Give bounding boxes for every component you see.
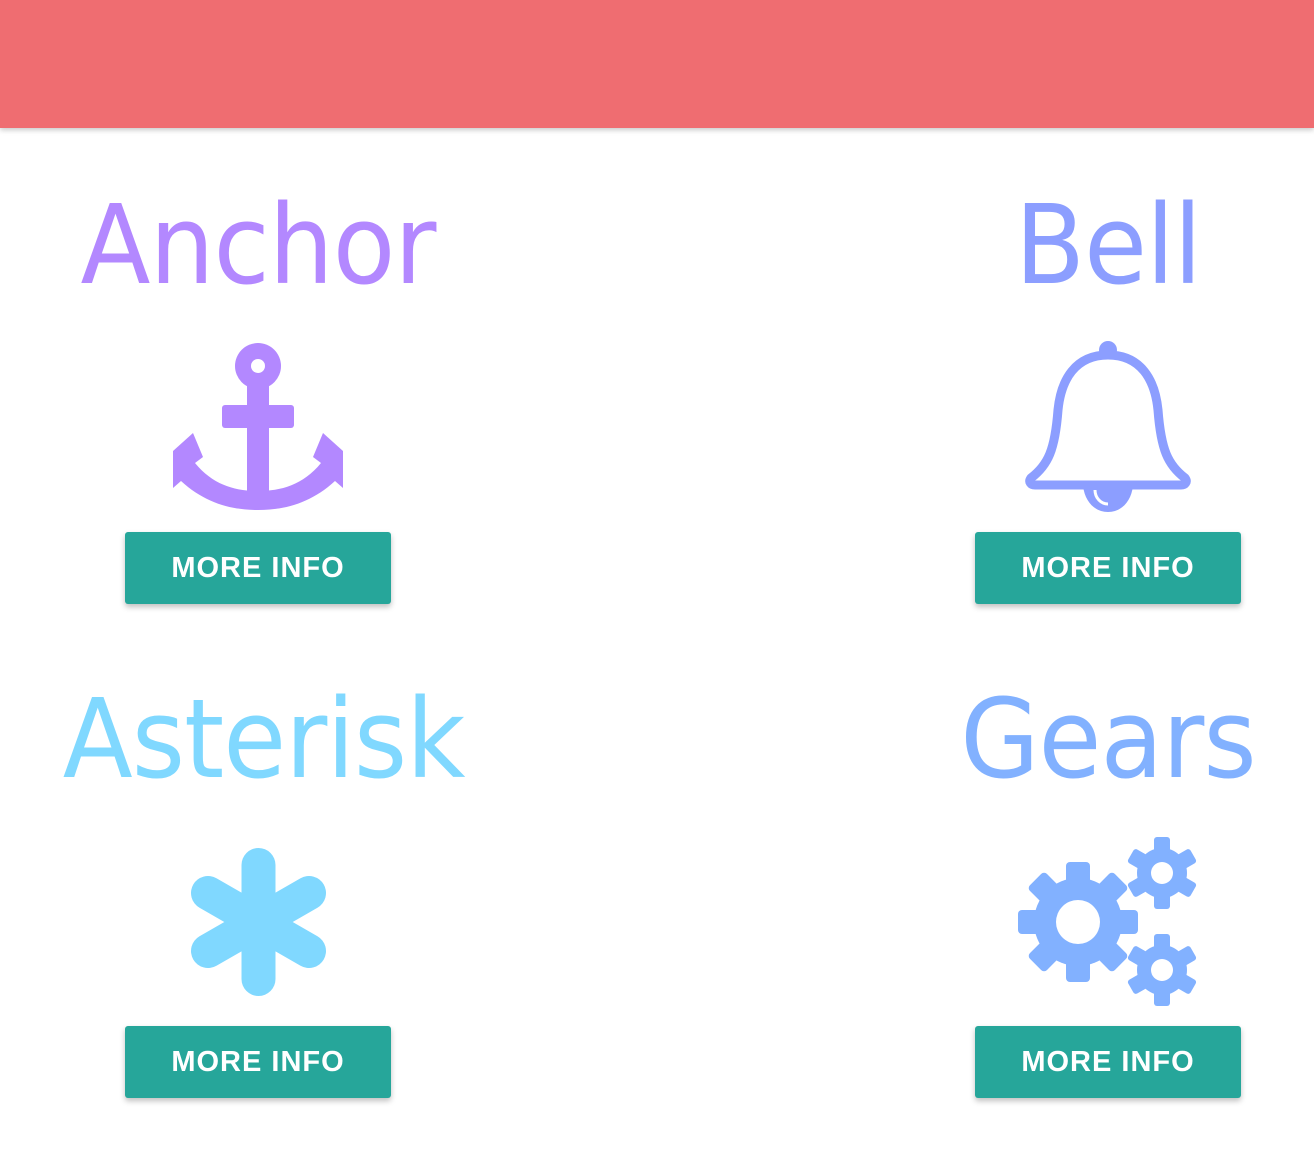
more-info-button[interactable]: MORE INFO <box>125 532 391 604</box>
card-title: Bell <box>1014 181 1202 309</box>
app-bar <box>0 0 1314 128</box>
bell-icon <box>898 340 1314 515</box>
card-title: Asterisk <box>62 675 466 803</box>
card-title: Anchor <box>80 181 437 309</box>
card-gears: Gears MORE INFO <box>898 674 1314 1124</box>
more-info-button[interactable]: MORE INFO <box>975 532 1241 604</box>
asterisk-icon <box>48 834 468 1009</box>
card-asterisk: Asterisk MORE INFO <box>48 674 468 1124</box>
more-info-button[interactable]: MORE INFO <box>125 1026 391 1098</box>
card-title: Gears <box>960 675 1257 803</box>
more-info-button[interactable]: MORE INFO <box>975 1026 1241 1098</box>
card-anchor: Anchor MORE INFO <box>48 180 468 630</box>
card-bell: Bell MORE INFO <box>898 180 1314 630</box>
gears-icon <box>898 834 1314 1009</box>
anchor-icon <box>48 340 468 515</box>
